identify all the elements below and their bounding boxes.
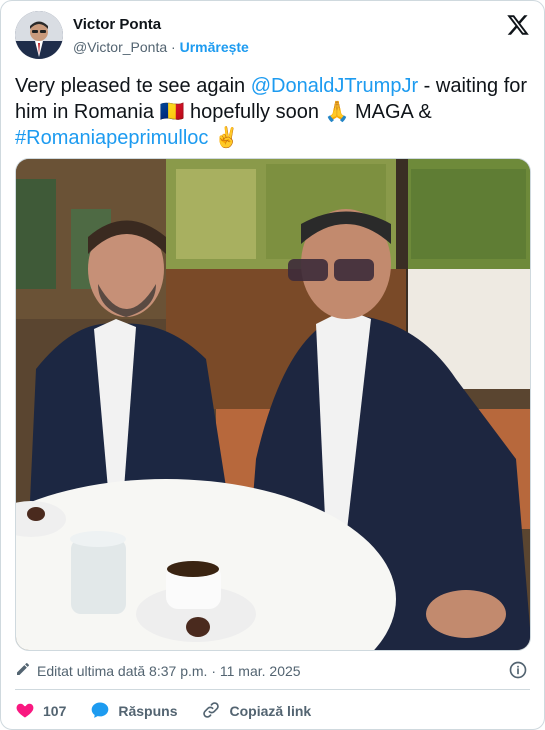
reply-bubble-icon	[90, 700, 110, 723]
follow-button[interactable]: Urmărește	[180, 39, 249, 55]
link-icon	[201, 700, 221, 723]
separator-dot: ·	[171, 39, 176, 55]
tweet-text-part1: Very pleased te see again	[15, 75, 251, 97]
avatar[interactable]	[15, 11, 63, 59]
tweet-card: Victor Ponta @Victor_Ponta · Urmărește V…	[0, 0, 545, 730]
author-handle-row: @Victor_Ponta · Urmărește	[73, 39, 249, 55]
edited-label[interactable]: Editat ultima dată 8:37 p.m. · 11 mar. 2…	[37, 663, 301, 679]
tweet-text: Very pleased te see again @DonaldJTrumpJ…	[15, 73, 530, 151]
romania-flag-emoji: 🇷🇴	[159, 101, 185, 123]
mention-link[interactable]: @DonaldJTrumpJr	[251, 75, 418, 97]
copy-link-button[interactable]: Copiază link	[201, 700, 311, 723]
tweet-text-part4: MAGA &	[349, 101, 432, 123]
victory-emoji: ✌️	[214, 127, 239, 149]
action-bar: 107 Răspuns Copiază link	[15, 700, 335, 722]
copy-link-label: Copiază link	[229, 703, 312, 719]
reply-label: Răspuns	[118, 703, 178, 719]
pencil-icon	[15, 661, 31, 680]
edited-meta: Editat ultima dată 8:37 p.m. · 11 mar. 2…	[15, 661, 301, 680]
hashtag-link[interactable]: #Romaniapeprimulloc	[15, 127, 208, 149]
heart-icon	[15, 700, 35, 723]
author-name[interactable]: Victor Ponta	[73, 16, 161, 33]
author-handle[interactable]: @Victor_Ponta	[73, 39, 167, 55]
reply-button[interactable]: Răspuns	[90, 700, 177, 723]
divider	[15, 689, 530, 690]
tweet-photo[interactable]	[15, 158, 531, 651]
info-icon[interactable]	[508, 660, 528, 680]
pray-emoji: 🙏	[324, 101, 350, 123]
like-count: 107	[43, 703, 67, 719]
like-button[interactable]: 107	[15, 700, 66, 723]
x-logo-icon[interactable]	[506, 13, 530, 37]
tweet-text-part3: hopefully soon	[184, 101, 325, 123]
